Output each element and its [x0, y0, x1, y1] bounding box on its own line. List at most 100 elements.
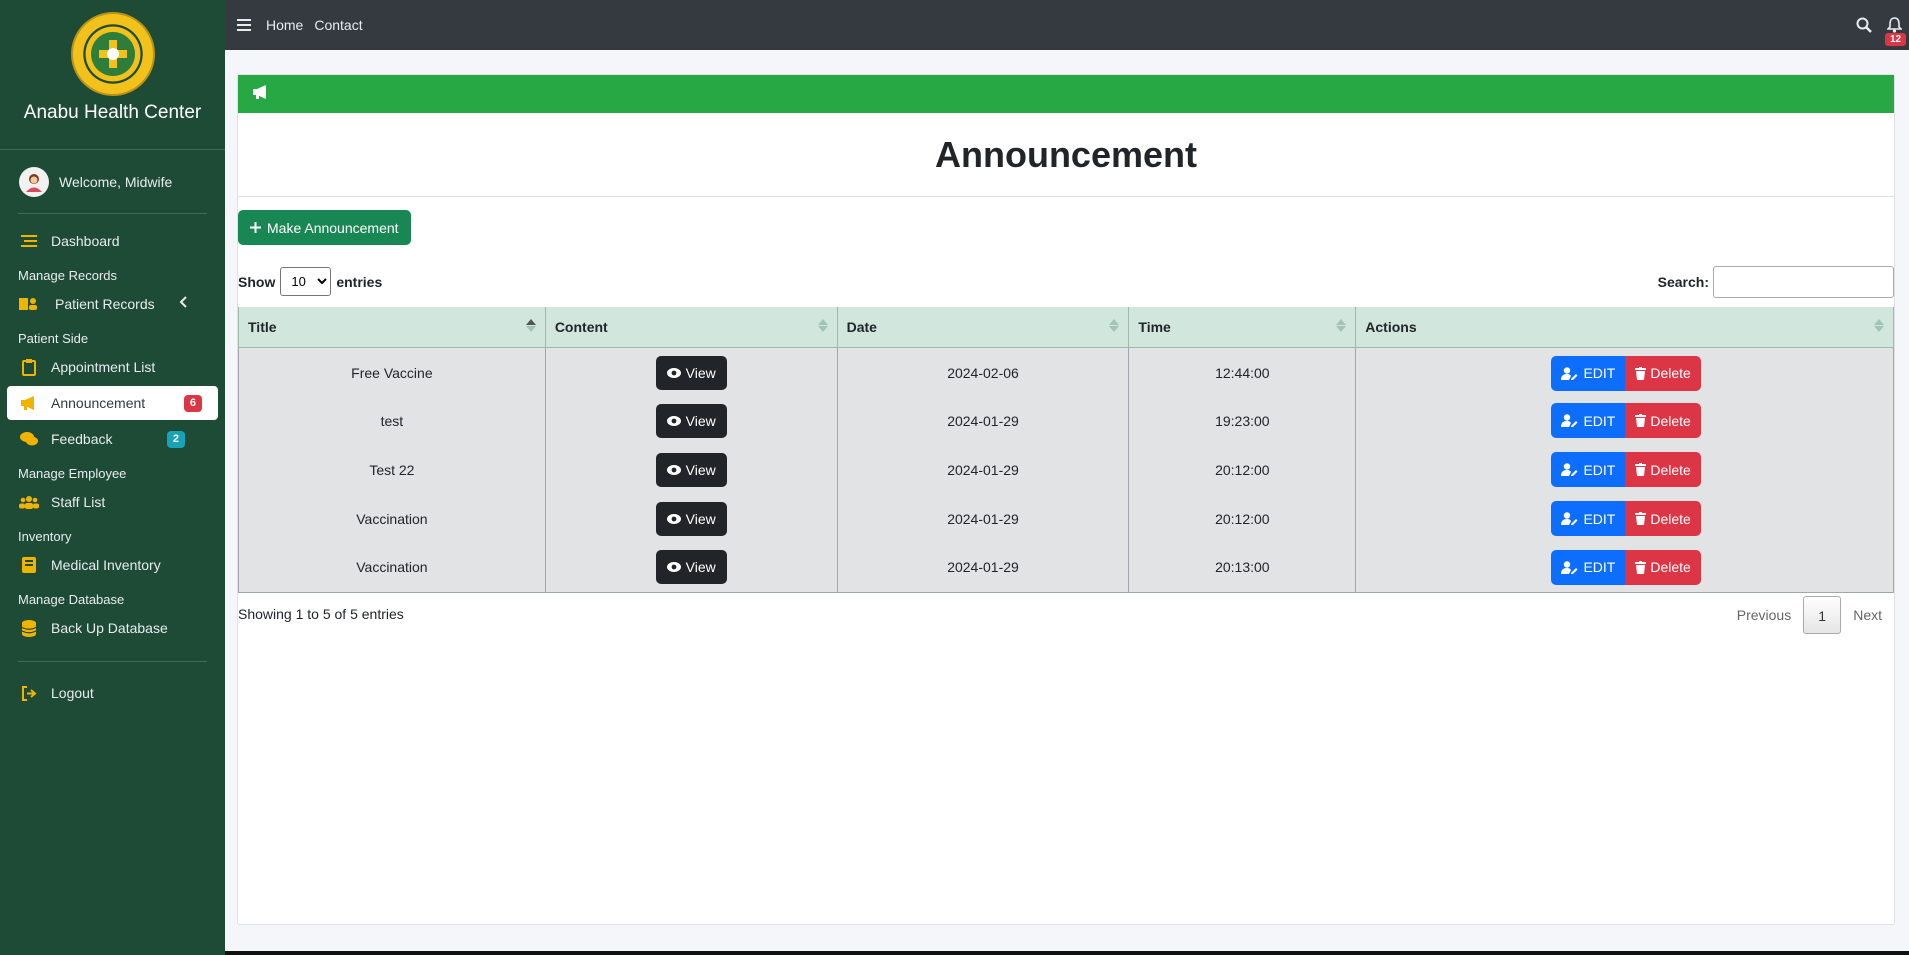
- eye-icon: [666, 415, 681, 426]
- edit-button[interactable]: EDIT: [1551, 549, 1626, 585]
- user-edit-icon: [1561, 512, 1578, 525]
- cell-content: View: [544, 445, 838, 494]
- cell-title: Free Vaccine: [238, 347, 546, 396]
- sidebar-item-appointment-list[interactable]: Appointment List: [7, 350, 218, 384]
- delete-button[interactable]: Delete: [1625, 452, 1701, 487]
- trash-icon: [1635, 512, 1647, 525]
- cell-title: Vaccination: [238, 494, 546, 543]
- user-panel[interactable]: Welcome, Midwife: [18, 150, 207, 214]
- sort-icon: [1874, 319, 1884, 332]
- cell-actions: EDIT Delete: [1355, 445, 1894, 494]
- edit-button[interactable]: EDIT: [1551, 501, 1626, 536]
- notification-count-badge: 12: [1885, 33, 1907, 46]
- sidebar-item-label: Medical Inventory: [51, 557, 161, 573]
- search-icon[interactable]: [1849, 5, 1879, 45]
- view-button[interactable]: View: [655, 452, 727, 487]
- page-length-control: Show 10 entries: [238, 267, 382, 296]
- search-input[interactable]: [1713, 266, 1894, 298]
- cell-content: View: [544, 347, 838, 396]
- user-edit-icon: [1561, 463, 1578, 476]
- table-row: test View 2024-01-29 19:23:00 EDIT Delete: [238, 396, 1894, 445]
- welcome-text: Welcome, Midwife: [59, 173, 173, 190]
- sidebar-item-dashboard[interactable]: Dashboard: [7, 224, 218, 258]
- delete-button[interactable]: Delete: [1625, 355, 1701, 391]
- sort-icon: [1336, 319, 1347, 332]
- column-header-title[interactable]: Title: [238, 307, 546, 348]
- table-search: Search:: [1658, 266, 1894, 298]
- sidebar-item-label: Logout: [51, 685, 94, 701]
- sidebar-item-feedback[interactable]: Feedback 2: [7, 422, 218, 456]
- cell-actions: EDIT Delete: [1355, 543, 1894, 593]
- pagination-next[interactable]: Next: [1841, 596, 1894, 634]
- topbar: Home Contact 12: [225, 0, 1909, 50]
- column-header-content[interactable]: Content: [544, 307, 838, 348]
- health-center-logo: [70, 12, 155, 96]
- bullhorn-icon: [252, 84, 270, 105]
- trash-icon: [1635, 366, 1647, 380]
- announcement-badge: 6: [183, 395, 202, 412]
- column-content-label: Content: [554, 318, 608, 335]
- view-button[interactable]: View: [655, 403, 727, 438]
- horizontal-scrollbar[interactable]: [225, 951, 1909, 955]
- sidebar-item-label: Patient Records: [55, 296, 155, 312]
- make-announcement-button[interactable]: Make Announcement: [238, 210, 411, 245]
- brand[interactable]: Anabu Health Center: [0, 12, 225, 150]
- notifications-bell-icon[interactable]: 12: [1879, 5, 1909, 46]
- sidebar-item-back-up-database[interactable]: Back Up Database: [7, 611, 218, 645]
- sort-icon: [817, 319, 828, 332]
- view-button[interactable]: View: [655, 550, 727, 585]
- sort-asc-icon: [525, 319, 536, 332]
- column-header-date[interactable]: Date: [836, 307, 1130, 348]
- cell-date: 2024-01-29: [836, 445, 1130, 494]
- column-actions-label: Actions: [1365, 318, 1417, 335]
- table-row: Vaccination View 2024-01-29 20:12:00 EDI…: [238, 494, 1894, 543]
- cell-time: 20:13:00: [1128, 543, 1357, 593]
- delete-button[interactable]: Delete: [1625, 549, 1701, 585]
- topbar-right: 12: [1849, 0, 1909, 50]
- delete-button[interactable]: Delete: [1625, 403, 1701, 438]
- hamburger-menu-icon[interactable]: [233, 14, 255, 36]
- column-title-label: Title: [248, 318, 277, 335]
- sidebar-item-logout[interactable]: Logout: [7, 676, 218, 710]
- avatar: [19, 166, 49, 197]
- user-edit-icon: [1561, 367, 1578, 380]
- pagination-page-1[interactable]: 1: [1803, 596, 1842, 634]
- cell-content: View: [544, 543, 838, 593]
- pagination-previous[interactable]: Previous: [1725, 596, 1803, 634]
- delete-button[interactable]: Delete: [1625, 501, 1701, 536]
- brand-name: Anabu Health Center: [23, 102, 202, 123]
- column-time-label: Time: [1138, 318, 1171, 335]
- page-title: Announcement: [238, 113, 1894, 197]
- view-button[interactable]: View: [655, 501, 727, 536]
- column-header-time[interactable]: Time: [1128, 307, 1357, 348]
- nav-link-contact[interactable]: Contact: [314, 17, 362, 33]
- view-button[interactable]: View: [655, 356, 727, 391]
- edit-button[interactable]: EDIT: [1551, 452, 1626, 487]
- sidebar: Anabu Health Center Welcome, Midwife Das…: [0, 0, 225, 955]
- make-announcement-label: Make Announcement: [267, 219, 399, 236]
- sidebar-item-label: Announcement: [51, 395, 146, 411]
- sidebar-item-patient-records[interactable]: Patient Records: [7, 287, 218, 321]
- edit-button[interactable]: EDIT: [1551, 355, 1626, 391]
- book-icon: [19, 556, 39, 574]
- nav-header-manage-employee: Manage Employee: [18, 466, 127, 481]
- announcement-card: Announcement Make Announcement Show 10 e…: [237, 74, 1895, 925]
- user-edit-icon: [1561, 414, 1578, 427]
- sidebar-item-medical-inventory[interactable]: Medical Inventory: [7, 548, 218, 582]
- nav-header-manage-records: Manage Records: [18, 268, 117, 283]
- logout-icon: [19, 684, 39, 702]
- eye-icon: [666, 368, 681, 379]
- edit-button[interactable]: EDIT: [1551, 403, 1626, 438]
- sidebar-item-staff-list[interactable]: Staff List: [7, 485, 218, 519]
- cell-actions: EDIT Delete: [1355, 347, 1894, 396]
- cell-date: 2024-01-29: [836, 543, 1130, 593]
- eye-icon: [666, 562, 681, 573]
- sidebar-item-label: Dashboard: [51, 233, 120, 249]
- users-icon: [19, 493, 39, 511]
- eye-icon: [666, 513, 681, 524]
- nav-link-home[interactable]: Home: [266, 17, 303, 33]
- sidebar-item-announcement[interactable]: Announcement 6: [7, 386, 218, 420]
- table-row: Vaccination View 2024-01-29 20:13:00 EDI…: [238, 543, 1894, 593]
- column-header-actions[interactable]: Actions: [1355, 307, 1894, 348]
- page-length-select[interactable]: 10: [280, 267, 332, 296]
